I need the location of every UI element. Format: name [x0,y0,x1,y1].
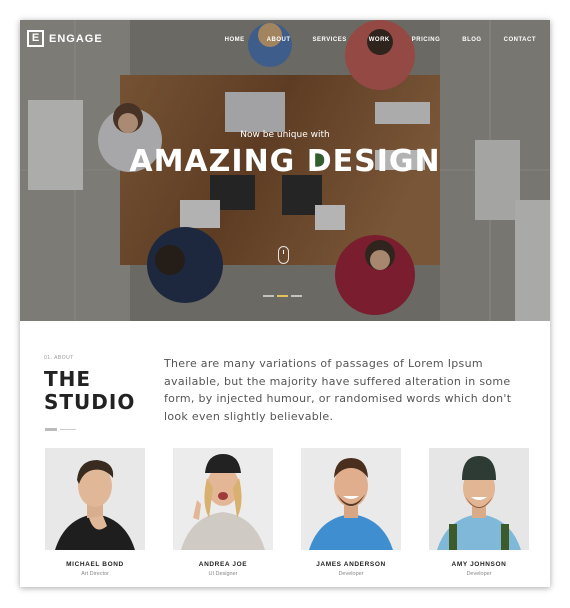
team-photo [45,448,145,550]
main-nav: HOME ABOUT SERVICES WORK PRICING BLOG CO… [203,37,536,43]
nav-home[interactable]: HOME [225,37,245,43]
team-member[interactable]: MICHAEL BOND Art Director [45,448,145,577]
nav-about[interactable]: ABOUT [267,37,291,43]
section-title-line1: THE [44,367,92,391]
team-member-role: Art Director [81,571,109,577]
logo-text: ENGAGE [49,32,103,45]
slider-dots [263,295,302,297]
logo-mark: E [27,30,44,47]
team-grid: MICHAEL BOND Art Director ANDREA JOE UI … [45,448,529,577]
team-member[interactable]: ANDREA JOE UI Designer [173,448,273,577]
nav-pricing[interactable]: PRICING [412,37,441,43]
hero-title: AMAZING DESIGN [129,144,441,179]
team-member-name: JAMES ANDERSON [316,561,386,568]
section-title: THE STUDIO [44,368,135,414]
nav-work[interactable]: WORK [369,37,390,43]
slider-dot-2[interactable] [277,295,288,297]
section-eyebrow: 01. ABOUT [44,355,74,361]
title-divider [45,428,76,431]
hero-section: E ENGAGE HOME ABOUT SERVICES WORK PRICIN… [20,20,550,321]
team-member-role: Developer [466,571,492,577]
team-member-name: MICHAEL BOND [66,561,124,568]
team-photo [429,448,529,550]
hero-subtitle: Now be unique with [240,130,330,140]
brand-logo[interactable]: E ENGAGE [27,30,103,47]
nav-contact[interactable]: CONTACT [504,37,536,43]
nav-services[interactable]: SERVICES [313,37,347,43]
nav-blog[interactable]: BLOG [462,37,481,43]
page-frame: E ENGAGE HOME ABOUT SERVICES WORK PRICIN… [20,20,550,587]
team-member-name: ANDREA JOE [198,561,248,568]
team-member[interactable]: JAMES ANDERSON Developer [301,448,401,577]
slider-dot-1[interactable] [263,295,274,297]
about-paragraph: There are many variations of passages of… [164,357,512,423]
team-member-role: Developer [338,571,364,577]
team-member-role: UI Designer [208,571,238,577]
scroll-down-icon[interactable] [278,246,289,264]
slider-dot-3[interactable] [291,295,302,297]
team-member[interactable]: AMY JOHNSON Developer [429,448,529,577]
section-title-line2: STUDIO [44,390,136,414]
team-photo [301,448,401,550]
team-member-name: AMY JOHNSON [451,561,507,568]
team-photo [173,448,273,550]
